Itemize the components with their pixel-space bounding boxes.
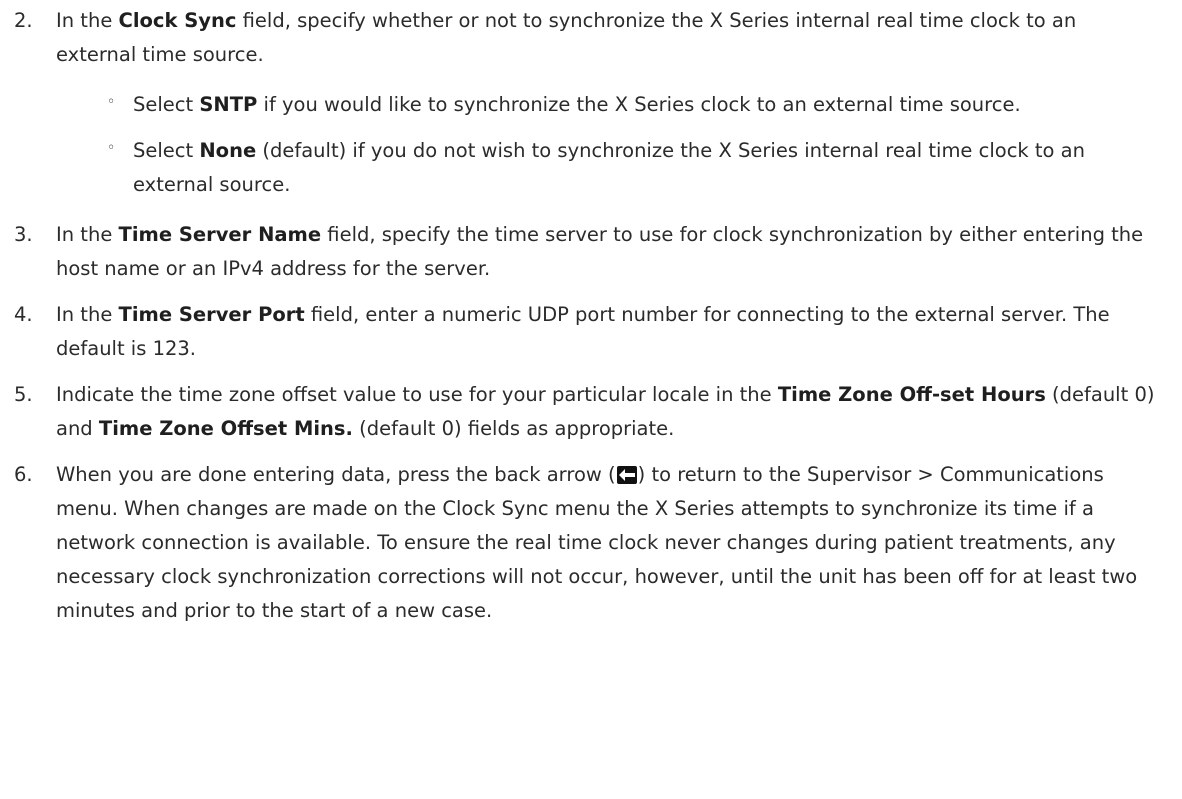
step-number: 2. bbox=[14, 9, 33, 32]
step-number: 5. bbox=[14, 383, 33, 406]
sub-text: if you would like to synchronize the X S… bbox=[257, 93, 1021, 116]
step-number: 4. bbox=[14, 303, 33, 326]
field-name: Time Zone Off-set Hours bbox=[777, 383, 1046, 406]
step-6: 6. When you are done entering data, pres… bbox=[0, 458, 1182, 628]
sub-text: Select bbox=[133, 93, 200, 116]
step-number: 3. bbox=[14, 223, 33, 246]
option-name: None bbox=[199, 139, 257, 162]
bullet: ◦ bbox=[107, 94, 116, 110]
step-text: In the bbox=[56, 223, 119, 246]
field-name: Time Server Port bbox=[118, 303, 305, 326]
sub-item-sntp: ◦ Select SNTP if you would like to synch… bbox=[0, 88, 1182, 122]
step-number: 6. bbox=[14, 463, 33, 486]
sub-item-none: ◦ Select None (default) if you do not wi… bbox=[0, 134, 1182, 202]
option-name: SNTP bbox=[199, 93, 258, 116]
step-text: ) to return to the Supervisor > Communic… bbox=[56, 463, 1138, 622]
document-page: 2. In the Clock Sync field, specify whet… bbox=[0, 0, 1182, 628]
field-name: Time Zone Offset Mins. bbox=[98, 417, 353, 440]
step-4: 4. In the Time Server Port field, enter … bbox=[0, 298, 1182, 366]
step-text: (default 0) fields as appropriate. bbox=[352, 417, 675, 440]
step-text: In the bbox=[56, 303, 119, 326]
clock-sync-options: ◦ Select SNTP if you would like to synch… bbox=[0, 88, 1182, 202]
sub-text: Select bbox=[133, 139, 200, 162]
step-text: Indicate the time zone offset value to u… bbox=[56, 383, 778, 406]
bullet: ◦ bbox=[107, 140, 116, 156]
back-arrow-icon bbox=[616, 466, 637, 484]
field-name: Clock Sync bbox=[118, 9, 237, 32]
step-text: When you are done entering data, press t… bbox=[56, 463, 616, 486]
step-3: 3. In the Time Server Name field, specif… bbox=[0, 218, 1182, 286]
step-text: In the bbox=[56, 9, 119, 32]
step-5: 5. Indicate the time zone offset value t… bbox=[0, 378, 1182, 446]
field-name: Time Server Name bbox=[118, 223, 322, 246]
step-2: 2. In the Clock Sync field, specify whet… bbox=[0, 4, 1182, 72]
sub-text: (default) if you do not wish to synchron… bbox=[133, 139, 1085, 196]
